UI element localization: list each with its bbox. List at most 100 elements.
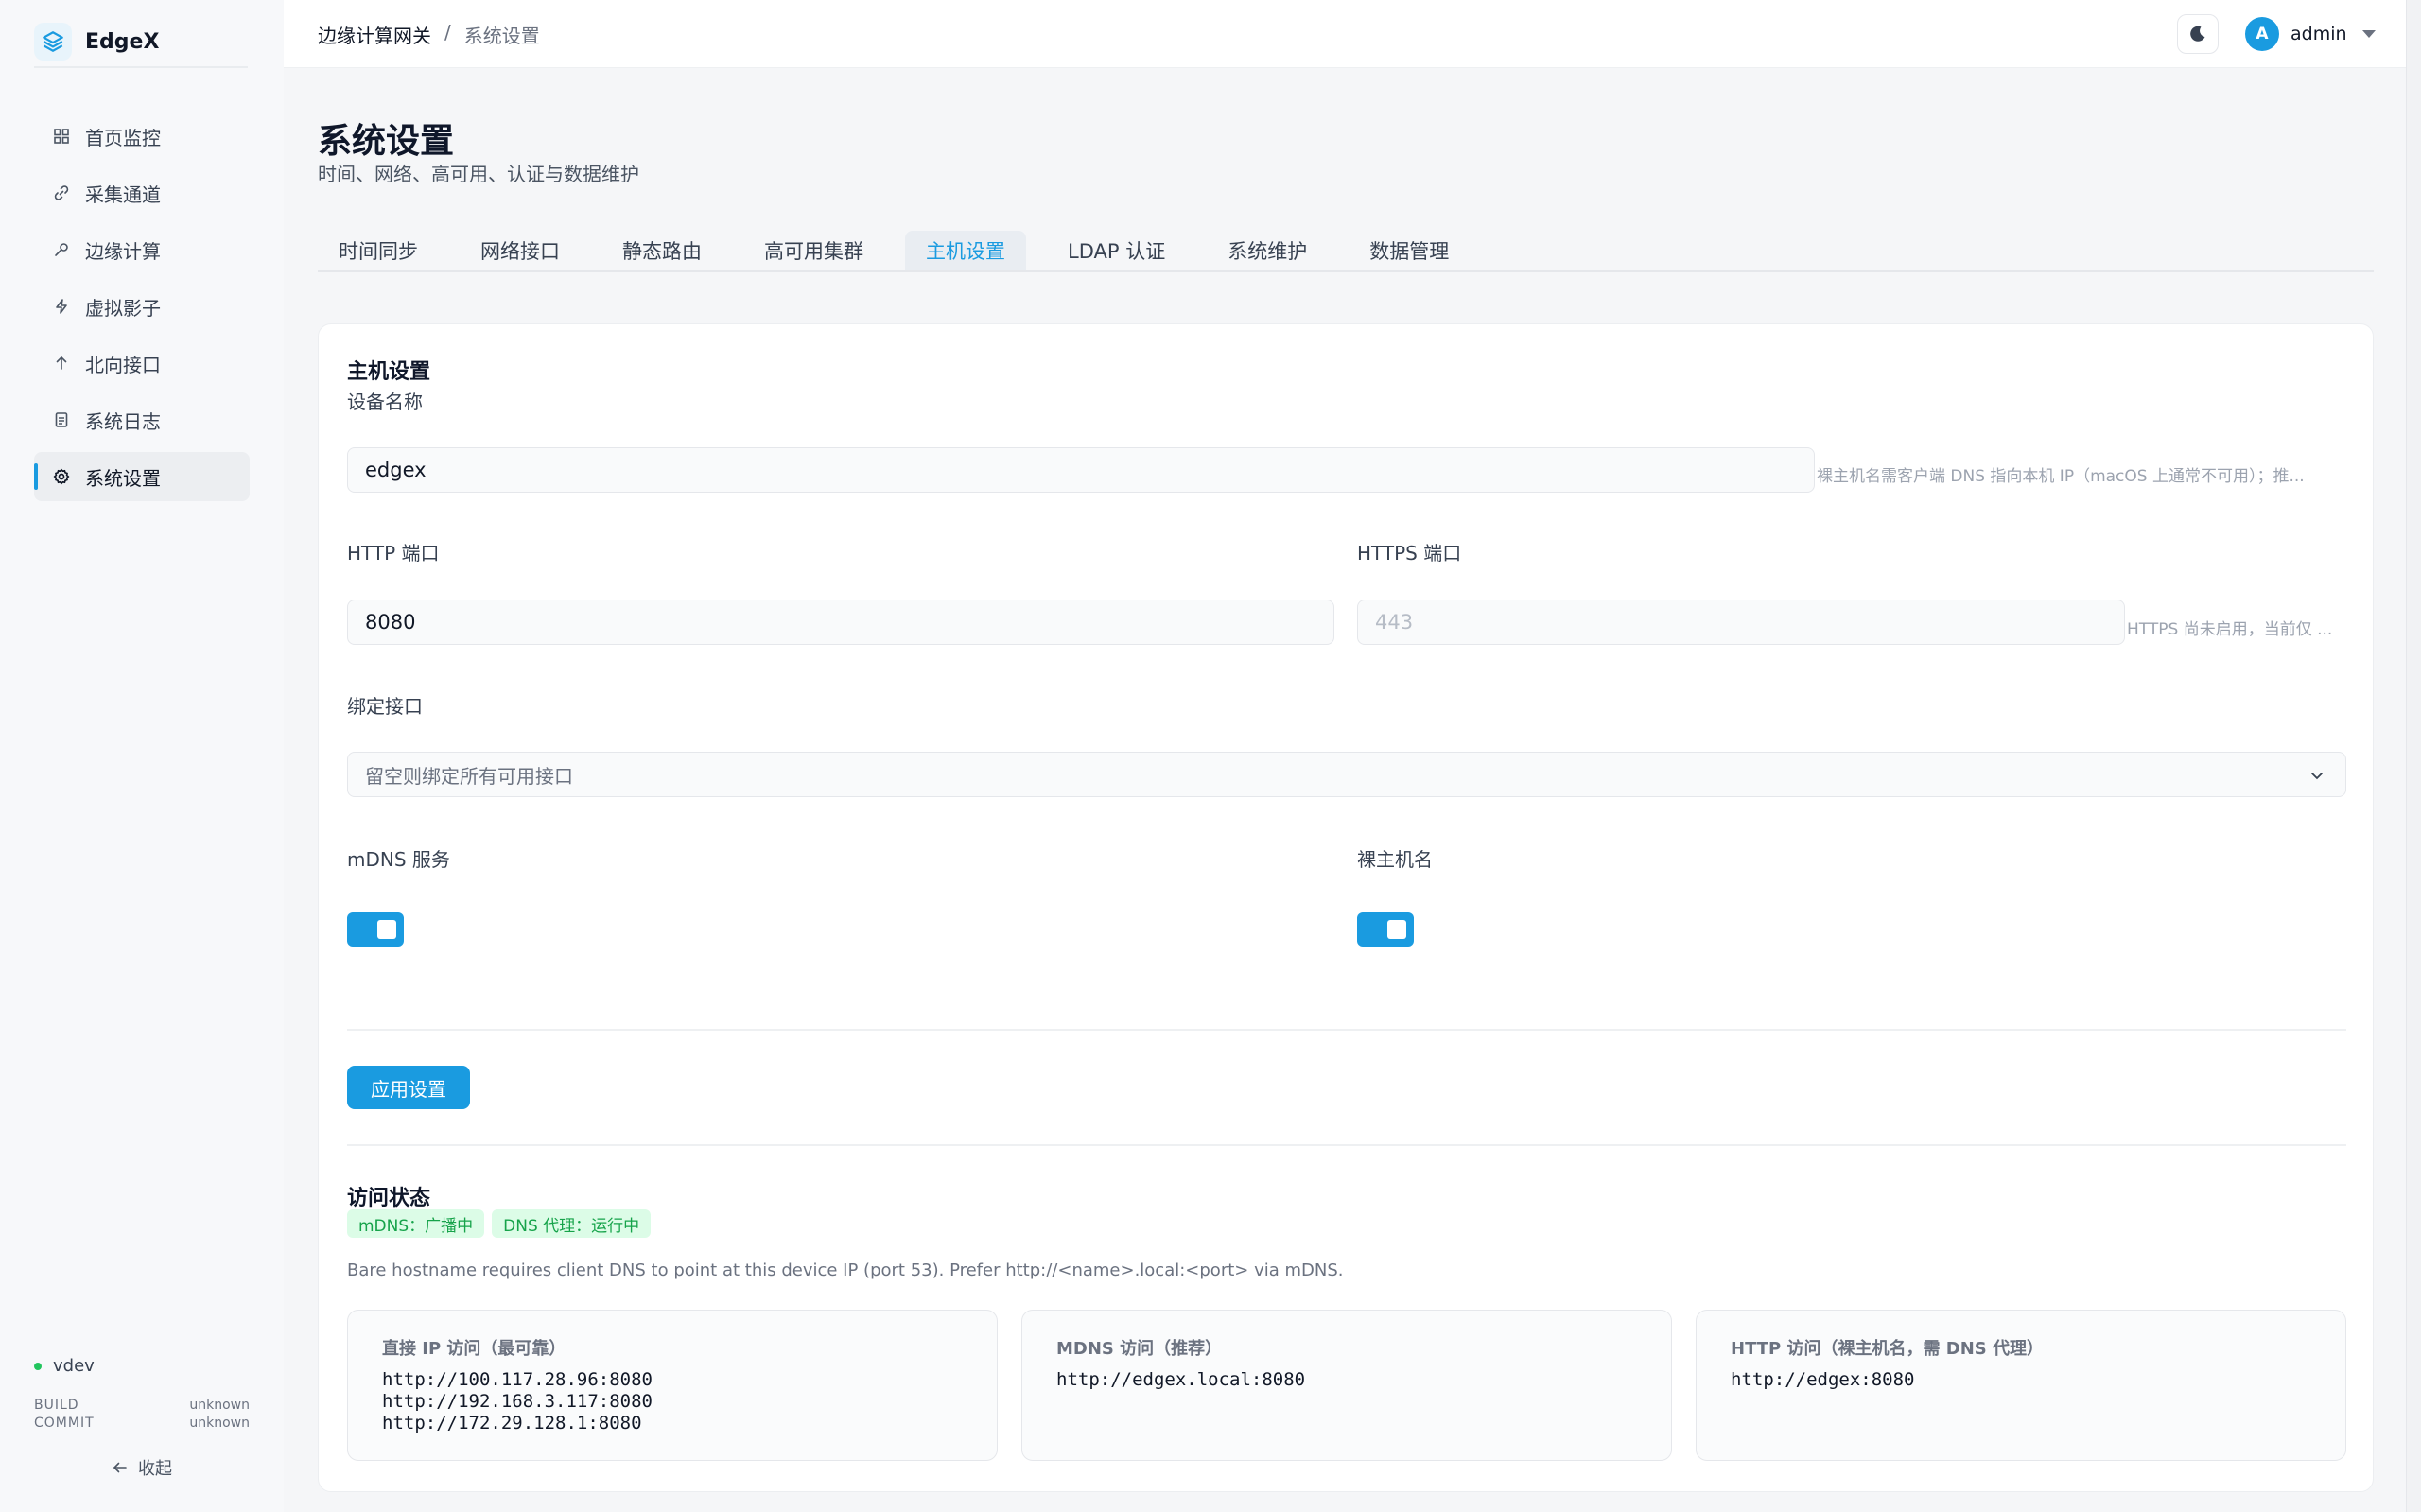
arrow-up-icon <box>51 353 72 374</box>
collapse-label: 收起 <box>138 1459 172 1479</box>
breadcrumb: 边缘计算网关 / 系统设置 <box>318 21 540 48</box>
sidebar-item-label: 系统设置 <box>85 466 161 490</box>
mdns-access-card: MDNS 访问（推荐） http://edgex.local:8080 <box>1021 1310 1672 1461</box>
access-card-title: MDNS 访问（推荐） <box>1056 1339 1223 1359</box>
access-card-title: 直接 IP 访问（最可靠） <box>382 1339 566 1359</box>
user-menu[interactable]: A admin <box>2245 17 2376 51</box>
dns-proxy-status-badge: DNS 代理：运行中 <box>492 1209 652 1238</box>
page-subtitle: 时间、网络、高可用、认证与数据维护 <box>318 163 639 185</box>
grid-icon <box>51 126 72 147</box>
tab-data-management[interactable]: 数据管理 <box>1349 231 1470 270</box>
host-settings-card: 主机设置 设备名称 edgex 裸主机名需客户端 DNS 指向本机 IP（mac… <box>318 323 2374 1492</box>
topbar: 边缘计算网关 / 系统设置 A admin <box>284 0 2406 68</box>
sidebar-item-dashboard[interactable]: 首页监控 <box>34 112 250 161</box>
access-url[interactable]: http://172.29.128.1:8080 <box>382 1413 963 1434</box>
access-url[interactable]: http://100.117.28.96:8080 <box>382 1369 963 1391</box>
device-name-hint: 裸主机名需客户端 DNS 指向本机 IP（macOS 上通常不可用）；推... <box>1817 467 2305 486</box>
document-icon <box>51 409 72 430</box>
sidebar-item-label: 边缘计算 <box>85 239 161 263</box>
sidebar-item-label: 北向接口 <box>85 353 161 376</box>
version-indicator: vdev <box>34 1356 250 1376</box>
sidebar-item-label: 首页监控 <box>85 126 161 149</box>
caret-down-icon <box>2361 30 2376 38</box>
status-dot-icon <box>34 1362 42 1370</box>
sidebar-item-northbound[interactable]: 北向接口 <box>34 339 250 388</box>
sidebar-item-edge-compute[interactable]: 边缘计算 <box>34 225 250 274</box>
breadcrumb-current: 系统设置 <box>463 25 540 47</box>
gear-icon <box>51 466 72 487</box>
breadcrumb-separator: / <box>444 21 451 43</box>
mdns-status-badge: mDNS：广播中 <box>347 1209 485 1238</box>
brand[interactable]: EdgeX <box>34 17 248 68</box>
sidebar-item-virtual-shadow[interactable]: 虚拟影子 <box>34 282 250 331</box>
moon-icon <box>2190 26 2205 42</box>
access-url[interactable]: http://edgex.local:8080 <box>1056 1369 1637 1391</box>
section-title: 主机设置 <box>347 360 431 384</box>
access-badges: mDNS：广播中 DNS 代理：运行中 <box>347 1209 658 1238</box>
sidebar-item-channels[interactable]: 采集通道 <box>34 168 250 217</box>
sidebar-item-label: 系统日志 <box>85 409 161 433</box>
theme-toggle-button[interactable] <box>2177 14 2219 54</box>
device-name-label: 设备名称 <box>347 391 423 413</box>
access-url[interactable]: http://192.168.3.117:8080 <box>382 1391 963 1413</box>
tab-static-routes[interactable]: 静态路由 <box>601 231 723 270</box>
access-card-title: HTTP 访问（裸主机名，需 DNS 代理） <box>1731 1339 2044 1359</box>
https-port-input[interactable]: 443 <box>1357 600 2125 645</box>
sidebar: EdgeX 首页监控 采集通道 边缘计算 虚拟影子 北向接口 系统日志 系统设置… <box>0 0 284 1512</box>
toggle-knob <box>1387 920 1406 939</box>
tab-host-settings[interactable]: 主机设置 <box>905 231 1026 270</box>
mdns-label: mDNS 服务 <box>347 848 450 871</box>
access-status-title: 访问状态 <box>347 1187 431 1210</box>
bind-interface-label: 绑定接口 <box>347 695 423 718</box>
build-info: BUILD COMMIT unknown unknown <box>34 1397 250 1433</box>
bare-hostname-access-card: HTTP 访问（裸主机名，需 DNS 代理） http://edgex:8080 <box>1696 1310 2346 1461</box>
sidebar-item-settings[interactable]: 系统设置 <box>34 452 250 501</box>
http-port-label: HTTP 端口 <box>347 542 440 565</box>
bind-interface-placeholder: 留空则绑定所有可用接口 <box>365 764 573 788</box>
https-port-hint: HTTPS 尚未启用，当前仅 ... <box>2127 620 2333 639</box>
sidebar-item-logs[interactable]: 系统日志 <box>34 395 250 444</box>
wrench-icon <box>51 239 72 260</box>
avatar: A <box>2245 17 2279 51</box>
access-note: Bare hostname requires client DNS to poi… <box>347 1260 1344 1280</box>
tab-time-sync[interactable]: 时间同步 <box>318 231 439 270</box>
http-port-input[interactable]: 8080 <box>347 600 1334 645</box>
chevron-down-icon <box>2311 773 2323 780</box>
commit-label: COMMIT <box>34 1416 95 1431</box>
mdns-toggle[interactable] <box>347 912 404 947</box>
bare-hostname-label: 裸主机名 <box>1357 848 1433 871</box>
sidebar-nav: 首页监控 采集通道 边缘计算 虚拟影子 北向接口 系统日志 系统设置 <box>34 112 250 509</box>
build-value: unknown <box>189 1398 250 1413</box>
app-name: EdgeX <box>85 29 160 54</box>
layers-logo-icon <box>34 23 72 61</box>
access-url[interactable]: http://edgex:8080 <box>1731 1369 2311 1391</box>
collapse-sidebar-button[interactable]: 收起 <box>34 1455 250 1480</box>
tab-ha-cluster[interactable]: 高可用集群 <box>743 231 884 270</box>
tab-maintenance[interactable]: 系统维护 <box>1207 231 1328 270</box>
build-label: BUILD <box>34 1398 79 1413</box>
commit-value: unknown <box>189 1416 250 1431</box>
sidebar-item-label: 采集通道 <box>85 182 161 206</box>
breadcrumb-root[interactable]: 边缘计算网关 <box>318 21 431 48</box>
version-text: vdev <box>53 1356 95 1376</box>
user-name: admin <box>2290 24 2347 44</box>
page-scrollbar[interactable] <box>2406 0 2421 1512</box>
apply-settings-button[interactable]: 应用设置 <box>347 1066 470 1109</box>
https-port-label: HTTPS 端口 <box>1357 542 1462 565</box>
arrow-left-icon <box>113 1462 127 1473</box>
bare-hostname-toggle[interactable] <box>1357 912 1414 947</box>
divider <box>347 1029 2346 1031</box>
tab-network[interactable]: 网络接口 <box>460 231 581 270</box>
tab-ldap[interactable]: LDAP 认证 <box>1047 231 1186 270</box>
toggle-knob <box>377 920 396 939</box>
divider <box>347 1144 2346 1146</box>
direct-ip-access-card: 直接 IP 访问（最可靠） http://100.117.28.96:8080 … <box>347 1310 998 1461</box>
link-icon <box>51 182 72 203</box>
page-title: 系统设置 <box>318 122 455 161</box>
bolt-icon <box>51 296 72 317</box>
sidebar-item-label: 虚拟影子 <box>85 296 161 320</box>
sidebar-footer: vdev BUILD COMMIT unknown unknown 收起 <box>34 1356 250 1480</box>
settings-tabs: 时间同步 网络接口 静态路由 高可用集群 主机设置 LDAP 认证 系统维护 数… <box>318 231 2374 272</box>
bind-interface-select[interactable]: 留空则绑定所有可用接口 <box>347 752 2346 797</box>
device-name-input[interactable]: edgex <box>347 447 1815 493</box>
